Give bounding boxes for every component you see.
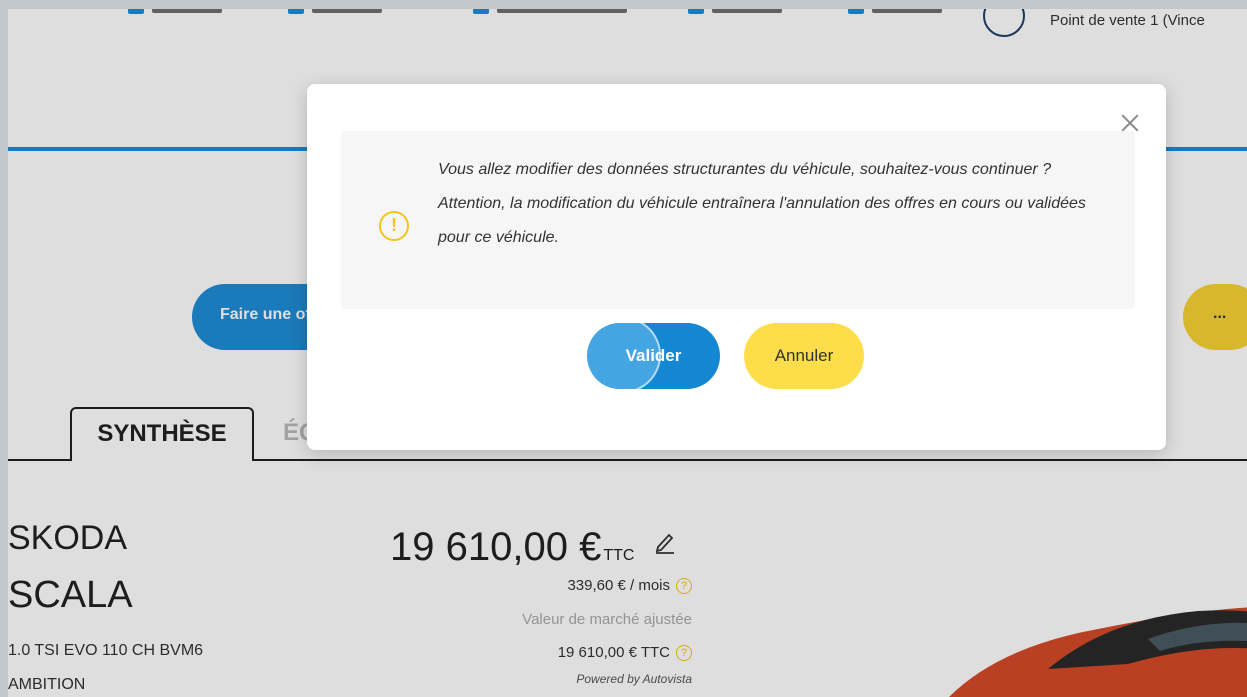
confirm-button-label: Valider: [625, 346, 682, 365]
confirmation-dialog: ! Vous allez modifier des données struct…: [307, 84, 1166, 450]
message-line: Attention, la modification du véhicule e…: [438, 195, 1086, 246]
confirm-button[interactable]: Valider: [587, 323, 720, 389]
message-line: Vous allez modifier des données structur…: [438, 161, 1052, 178]
cancel-button[interactable]: Annuler: [744, 323, 864, 389]
warning-message: Vous allez modifier des données structur…: [438, 153, 1098, 255]
warning-message-box: ! Vous allez modifier des données struct…: [341, 131, 1135, 309]
warning-icon: !: [379, 211, 409, 241]
